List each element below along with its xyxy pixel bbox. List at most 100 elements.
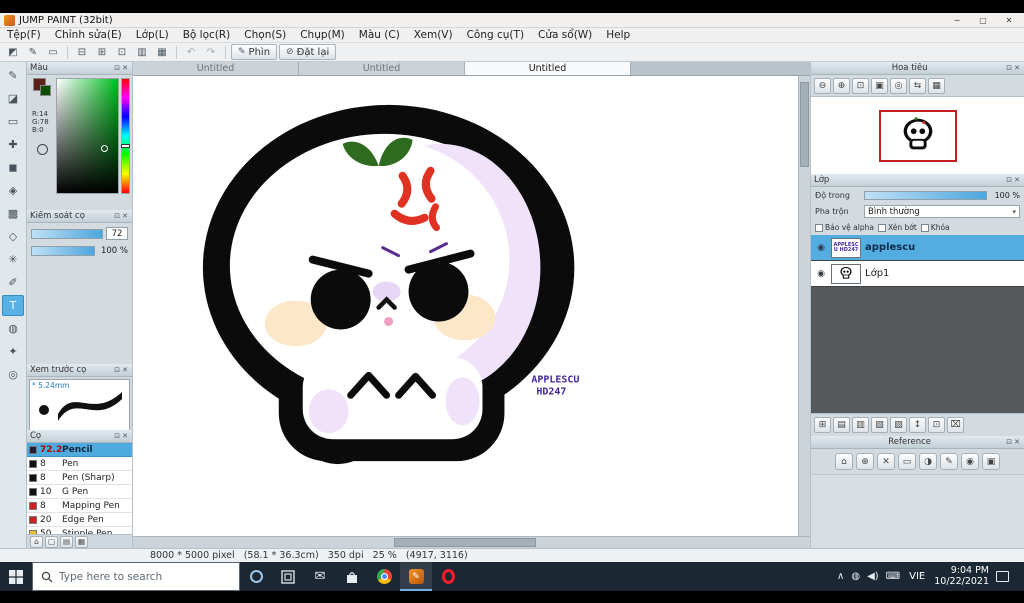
new-folder-icon[interactable]: ▤ [833,417,850,433]
materials-icon[interactable]: ▦ [153,44,171,60]
canvas-drawing-area[interactable]: APPLESCU HD247 [133,76,798,536]
pen-mode-button[interactable]: ✎ Phìn [231,44,278,60]
delete-layer-icon[interactable]: ⌧ [947,417,964,433]
document-tab[interactable]: Untitled [133,62,299,75]
maximize-button[interactable]: ▢ [970,13,996,28]
comment-icon[interactable]: ▭ [44,44,62,60]
fill-tool[interactable]: ◼ [2,157,24,178]
new-layer-icon[interactable]: ⊞ [814,417,831,433]
add-icon[interactable]: ⊕ [856,453,874,470]
float-icon[interactable]: ⊡ [1005,438,1013,446]
menu-layer[interactable]: Lớp(L) [129,29,176,41]
pen-tool[interactable]: ✎ [2,65,24,86]
layer-row[interactable]: ◉ Lớp1 [811,261,1024,287]
minimize-button[interactable]: ─ [944,13,970,28]
color-swatches[interactable] [33,78,51,96]
start-button[interactable] [0,562,32,591]
taskbar-search[interactable] [32,562,240,591]
frame-icon[interactable]: ▭ [898,453,916,470]
lock-checkbox[interactable]: Khóa [920,223,950,232]
close-icon[interactable]: ✕ [121,432,129,440]
float-icon[interactable]: ⊡ [1005,176,1013,184]
flip-icon[interactable]: ⇆ [909,77,926,94]
visibility-eye-icon[interactable]: ◉ [815,269,827,279]
layer-opacity-slider[interactable] [864,190,987,200]
target-icon[interactable]: ◉ [961,453,979,470]
close-button[interactable]: ✕ [996,13,1022,28]
brush-row[interactable]: 72.2 Pencil [27,443,132,457]
vertical-scroll-thumb[interactable] [800,82,809,167]
wand-tool[interactable]: ✳ [2,249,24,270]
document-tab-active[interactable]: Untitled [465,62,631,75]
brush-row[interactable]: 8 Mapping Pen [27,499,132,513]
close-icon[interactable]: ✕ [1013,438,1021,446]
menu-file[interactable]: Tệp(F) [0,29,48,41]
materials-icon[interactable]: ▦ [75,535,88,548]
hand-tool[interactable]: ✦ [2,341,24,362]
network-icon[interactable]: ◍ [851,571,860,582]
eyedropper-tool[interactable]: ◍ [2,318,24,339]
layout-right-icon[interactable]: ⊡ [113,44,131,60]
grid-icon[interactable]: ▣ [982,453,1000,470]
pen-icon[interactable]: ✎ [940,453,958,470]
options-icon[interactable]: ▦ [928,77,945,94]
brush-row[interactable]: 8 Pen [27,457,132,471]
touch-keyboard-icon[interactable]: ⌨ [886,571,900,582]
zoom-in-icon[interactable]: ⊕ [833,77,850,94]
tone-icon[interactable]: ◑ [919,453,937,470]
visibility-eye-icon[interactable]: ◉ [815,243,827,253]
horizontal-scroll-thumb[interactable] [394,538,536,547]
action-center-icon[interactable] [996,571,1009,582]
reorder-icon[interactable]: ↕ [909,417,926,433]
gradient-tool[interactable]: ▩ [2,203,24,224]
layout-grid-icon[interactable]: ⊞ [93,44,111,60]
marquee-tool[interactable]: ▭ [2,111,24,132]
palette-icon[interactable]: ◩ [4,44,22,60]
menu-tools[interactable]: Công cụ(T) [460,29,531,41]
zoom-out-icon[interactable]: ⊖ [814,77,831,94]
chrome-app-button[interactable] [368,562,400,591]
hue-slider[interactable] [121,78,130,194]
select-pen-tool[interactable]: ✐ [2,272,24,293]
layer-row-selected[interactable]: ◉ APPLESCU HD247 applescu [811,235,1024,261]
cortana-button[interactable] [240,562,272,591]
hidden-icons-chevron[interactable]: ∧ [837,571,844,582]
close-icon[interactable]: ✕ [121,64,129,72]
brush-row[interactable]: 10 G Pen [27,485,132,499]
mail-app-button[interactable]: ✉ [304,562,336,591]
brush-settings-icon[interactable]: ✎ [24,44,42,60]
layout-rows-icon[interactable]: ▥ [133,44,151,60]
search-input[interactable] [59,570,209,583]
navigator-view-rectangle[interactable] [878,109,957,162]
close-icon[interactable]: ✕ [1013,64,1021,72]
store-app-button[interactable] [336,562,368,591]
menu-filter[interactable]: Bộ lọc(R) [176,29,238,41]
canvas-horizontal-scrollbar[interactable] [133,536,810,548]
brush-row[interactable]: 20 Edge Pen [27,513,132,527]
float-icon[interactable]: ⊡ [113,212,121,220]
merge-icon[interactable]: ▨ [890,417,907,433]
redo-icon[interactable]: ↷ [202,44,220,60]
undo-icon[interactable]: ↶ [182,44,200,60]
bucket-tool[interactable]: ◈ [2,180,24,201]
lasso-tool[interactable]: ◇ [2,226,24,247]
background-swatch[interactable] [40,85,51,96]
close-icon[interactable]: ✕ [121,366,129,374]
task-view-button[interactable] [272,562,304,591]
actual-size-icon[interactable]: ▣ [871,77,888,94]
menu-color[interactable]: Màu (C) [352,29,407,41]
close-icon[interactable]: ✕ [121,212,129,220]
close-icon[interactable]: ✕ [1013,176,1021,184]
canvas-vertical-scrollbar[interactable] [798,76,810,536]
reset-button[interactable]: ⊘ Đặt lại [279,44,337,60]
brush-size-value[interactable]: 72 [106,227,128,240]
home-icon[interactable]: ⌂ [835,453,853,470]
float-icon[interactable]: ⊡ [1005,64,1013,72]
menu-view[interactable]: Xem(V) [407,29,460,41]
menu-select[interactable]: Chọn(S) [237,29,293,41]
eraser-tool[interactable]: ◪ [2,88,24,109]
language-indicator[interactable]: VIE [907,571,927,582]
text-tool[interactable]: T [2,295,24,316]
float-icon[interactable]: ⊡ [113,64,121,72]
move-tool[interactable]: ✚ [2,134,24,155]
